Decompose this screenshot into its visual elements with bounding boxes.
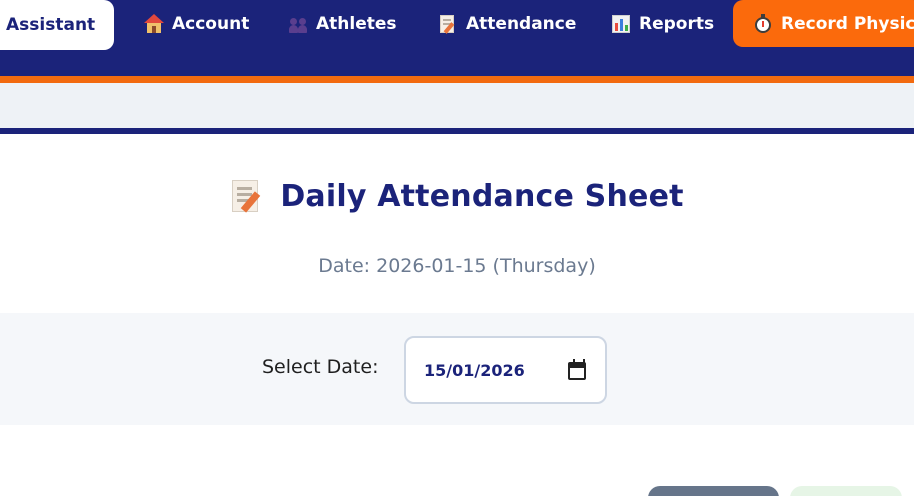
stopwatch-icon: [753, 13, 773, 34]
bar-chart-icon: [611, 14, 631, 34]
tab-label: Athletes: [316, 14, 397, 34]
date-input[interactable]: 15/01/2026: [404, 336, 607, 404]
house-icon: [144, 14, 164, 34]
tab-label: Record Physical: [781, 13, 914, 34]
tab-label: Attendance: [466, 14, 577, 34]
tab-account[interactable]: Account: [144, 0, 249, 48]
tab-attendance[interactable]: Attendance: [438, 0, 576, 48]
people-icon: [288, 14, 308, 34]
memo-icon: [230, 178, 264, 214]
tab-label: Assistant: [6, 15, 96, 35]
action-button-secondary[interactable]: [648, 486, 779, 496]
page-date: Date: 2026-01-15 (Thursday): [318, 255, 596, 277]
top-navigation-bar: Assistant Account Athletes Attendance Re…: [0, 0, 914, 76]
calendar-icon[interactable]: [568, 359, 586, 380]
date-input-value: 15/01/2026: [424, 360, 525, 380]
memo-icon: [438, 14, 458, 34]
tab-reports[interactable]: Reports: [611, 0, 714, 48]
tab-label: Account: [172, 14, 250, 34]
page-title: Daily Attendance Sheet: [280, 178, 684, 214]
tab-label: Reports: [639, 14, 715, 34]
action-button-success[interactable]: [790, 486, 902, 496]
page-header: Daily Attendance Sheet: [0, 178, 914, 214]
select-date-label: Select Date:: [262, 356, 379, 378]
section-divider: [0, 128, 914, 134]
tab-record-physical[interactable]: Record Physical: [733, 0, 914, 47]
subheader-band: [0, 83, 914, 128]
nav-accent-stripe: [0, 76, 914, 83]
tab-assistant[interactable]: Assistant: [0, 0, 114, 50]
tab-athletes[interactable]: Athletes: [288, 0, 397, 48]
